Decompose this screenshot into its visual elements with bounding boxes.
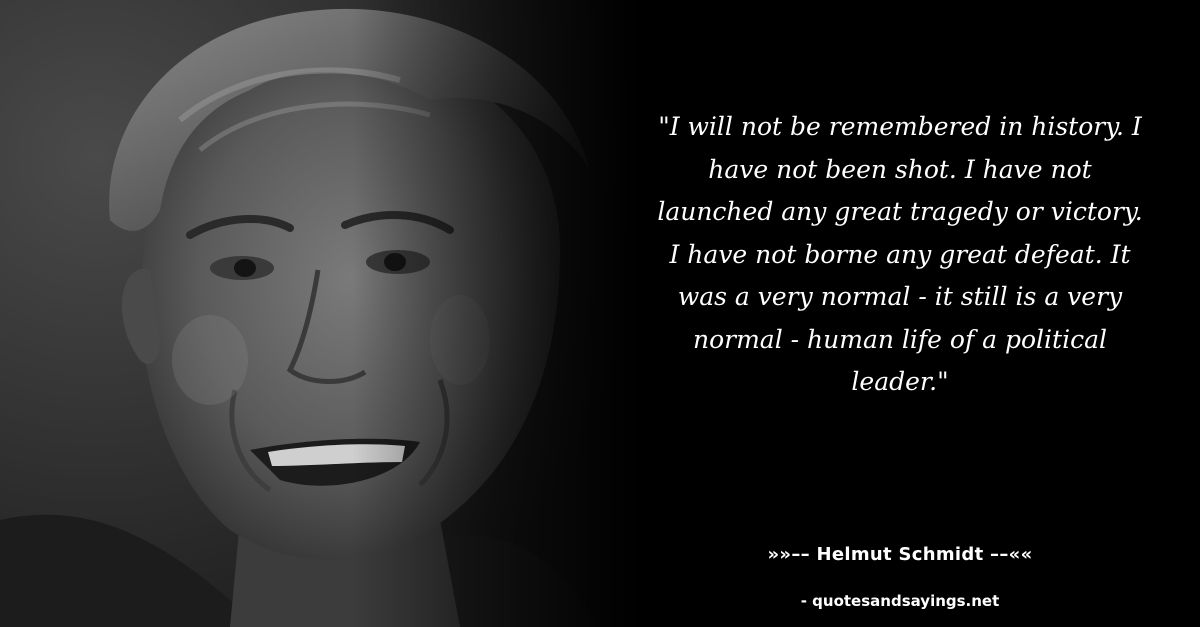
quote-author: »»–– Helmut Schmidt ––««: [767, 544, 1033, 565]
quote-card: "I will not be remembered in history. I …: [0, 0, 1200, 627]
author-portrait: [0, 0, 640, 627]
portrait-fade-overlay: [0, 0, 640, 627]
site-credit: - quotesandsayings.net: [800, 592, 1000, 610]
quote-text: "I will not be remembered in history. I …: [657, 112, 1143, 396]
